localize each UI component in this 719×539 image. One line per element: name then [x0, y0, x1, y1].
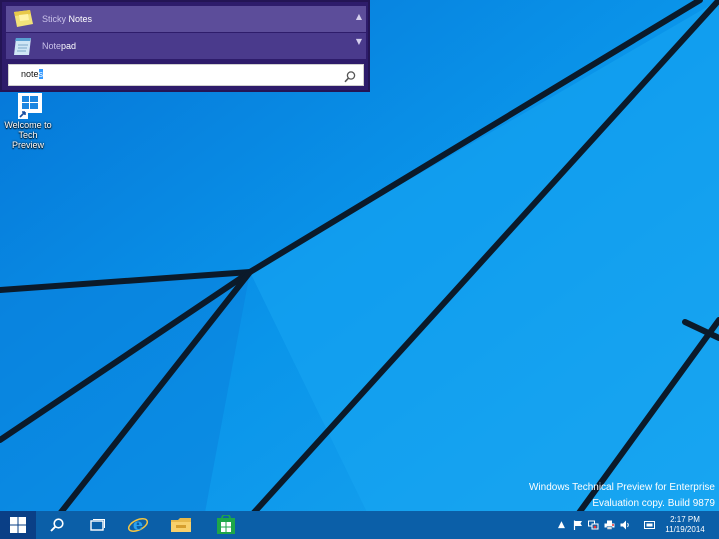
search-input[interactable]: notes [21, 69, 44, 79]
windows-start-icon [10, 517, 26, 533]
search-box[interactable]: notes [8, 64, 364, 86]
flag-icon[interactable] [572, 520, 583, 531]
file-explorer-button[interactable] [163, 511, 199, 539]
system-tray: ▲ [556, 511, 655, 539]
search-result-label: Sticky Notes [42, 14, 93, 24]
keyboard-icon[interactable] [644, 520, 655, 531]
network-icon[interactable] [588, 520, 599, 531]
notepad-icon [10, 35, 36, 57]
search-result-notepad[interactable]: Notepad [6, 33, 366, 59]
search-result-sticky-notes[interactable]: Sticky Notes [6, 6, 366, 32]
chevron-up-icon[interactable]: ▲ [556, 520, 567, 531]
internet-explorer-button[interactable]: e [120, 511, 156, 539]
sticky-notes-icon [10, 8, 36, 30]
search-icon[interactable] [343, 69, 357, 83]
windows-logo-icon [12, 90, 44, 120]
taskbar-clock[interactable]: 2:17 PM 11/19/2014 [657, 515, 713, 535]
internet-explorer-icon: e [127, 515, 149, 534]
desktop-icon-welcome[interactable]: Welcome to Tech Preview [2, 90, 54, 150]
desktop-icon-label: Welcome to Tech Preview [4, 120, 52, 150]
printer-icon[interactable] [604, 520, 615, 531]
search-results-panel: Sticky Notes Notepad ▲ ▼ notes [0, 0, 370, 92]
svg-text:e: e [133, 515, 143, 534]
store-button[interactable] [208, 511, 244, 539]
task-view-icon [90, 519, 105, 531]
taskbar-search-button[interactable] [40, 511, 74, 539]
scroll-up-icon[interactable]: ▲ [354, 8, 364, 26]
scroll-down-icon[interactable]: ▼ [354, 33, 364, 51]
taskbar: e ▲ 2:17 PM 11/19/2014 [0, 511, 719, 539]
volume-icon[interactable] [620, 520, 631, 531]
search-result-label: Notepad [42, 41, 77, 51]
folder-icon [171, 518, 191, 532]
task-view-button[interactable] [80, 511, 114, 539]
search-icon [50, 518, 64, 532]
evaluation-watermark: Windows Technical Preview for Enterprise… [528, 482, 715, 509]
start-button[interactable] [0, 511, 36, 539]
store-icon [217, 515, 235, 534]
